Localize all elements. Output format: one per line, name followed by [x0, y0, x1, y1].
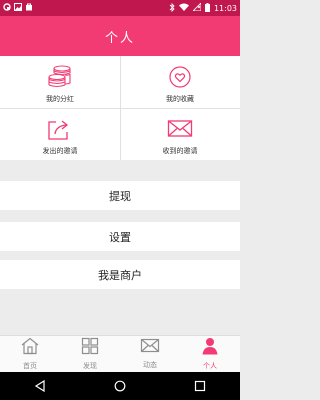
- bottom-tab-bar: 首页 发现 动态 个人: [0, 335, 240, 372]
- menu-item-label: 我是商户: [98, 268, 142, 282]
- status-time: 11:03: [213, 3, 237, 13]
- tab-label: 动态: [143, 361, 157, 369]
- wifi-icon: [178, 3, 189, 13]
- menu-item-withdraw[interactable]: 提现: [0, 181, 240, 210]
- tab-profile[interactable]: 个人: [180, 336, 240, 372]
- app-bar: 个人: [0, 16, 240, 56]
- grid-label: 收到的邀请: [162, 147, 198, 155]
- share-icon: [47, 116, 73, 142]
- image-icon: [14, 3, 22, 13]
- grid-item-favorites[interactable]: 我的收藏: [120, 56, 240, 108]
- no-sim-icon: [191, 1, 202, 13]
- grid-label: 我的分红: [46, 95, 74, 103]
- status-bar: 11:03: [0, 0, 240, 16]
- tab-label: 首页: [23, 362, 37, 370]
- battery-icon: [204, 2, 210, 14]
- home-icon: [20, 337, 40, 359]
- home-circle-icon[interactable]: [114, 377, 126, 396]
- grid-item-dividends[interactable]: 我的分红: [0, 56, 120, 108]
- tab-label: 发现: [83, 362, 97, 370]
- tab-label: 个人: [203, 362, 217, 370]
- message-icon: [140, 338, 160, 358]
- tab-activity[interactable]: 动态: [120, 336, 180, 372]
- recents-icon[interactable]: [194, 377, 206, 396]
- bluetooth-icon: [169, 2, 175, 14]
- discover-grid-icon: [81, 337, 99, 359]
- store-icon: [25, 3, 33, 13]
- grid-label: 发出的邀请: [42, 147, 78, 155]
- person-icon: [201, 337, 219, 359]
- menu-item-merchant[interactable]: 我是商户: [0, 260, 240, 289]
- app-icon: [3, 3, 11, 13]
- page-title: 个人: [104, 30, 135, 46]
- mail-icon: [167, 116, 193, 142]
- grid-item-received-invites[interactable]: 收到的邀请: [120, 108, 240, 160]
- grid-item-sent-invites[interactable]: 发出的邀请: [0, 108, 120, 160]
- menu-item-settings[interactable]: 设置: [0, 222, 240, 251]
- back-icon[interactable]: [34, 377, 46, 396]
- grid-label: 我的收藏: [166, 95, 194, 103]
- tab-home[interactable]: 首页: [0, 336, 60, 372]
- tab-discover[interactable]: 发现: [60, 336, 120, 372]
- heart-icon: [168, 64, 192, 90]
- system-nav-bar: [0, 372, 240, 400]
- menu-item-label: 设置: [109, 230, 131, 244]
- menu-item-label: 提现: [109, 189, 131, 203]
- coins-icon: [47, 64, 73, 90]
